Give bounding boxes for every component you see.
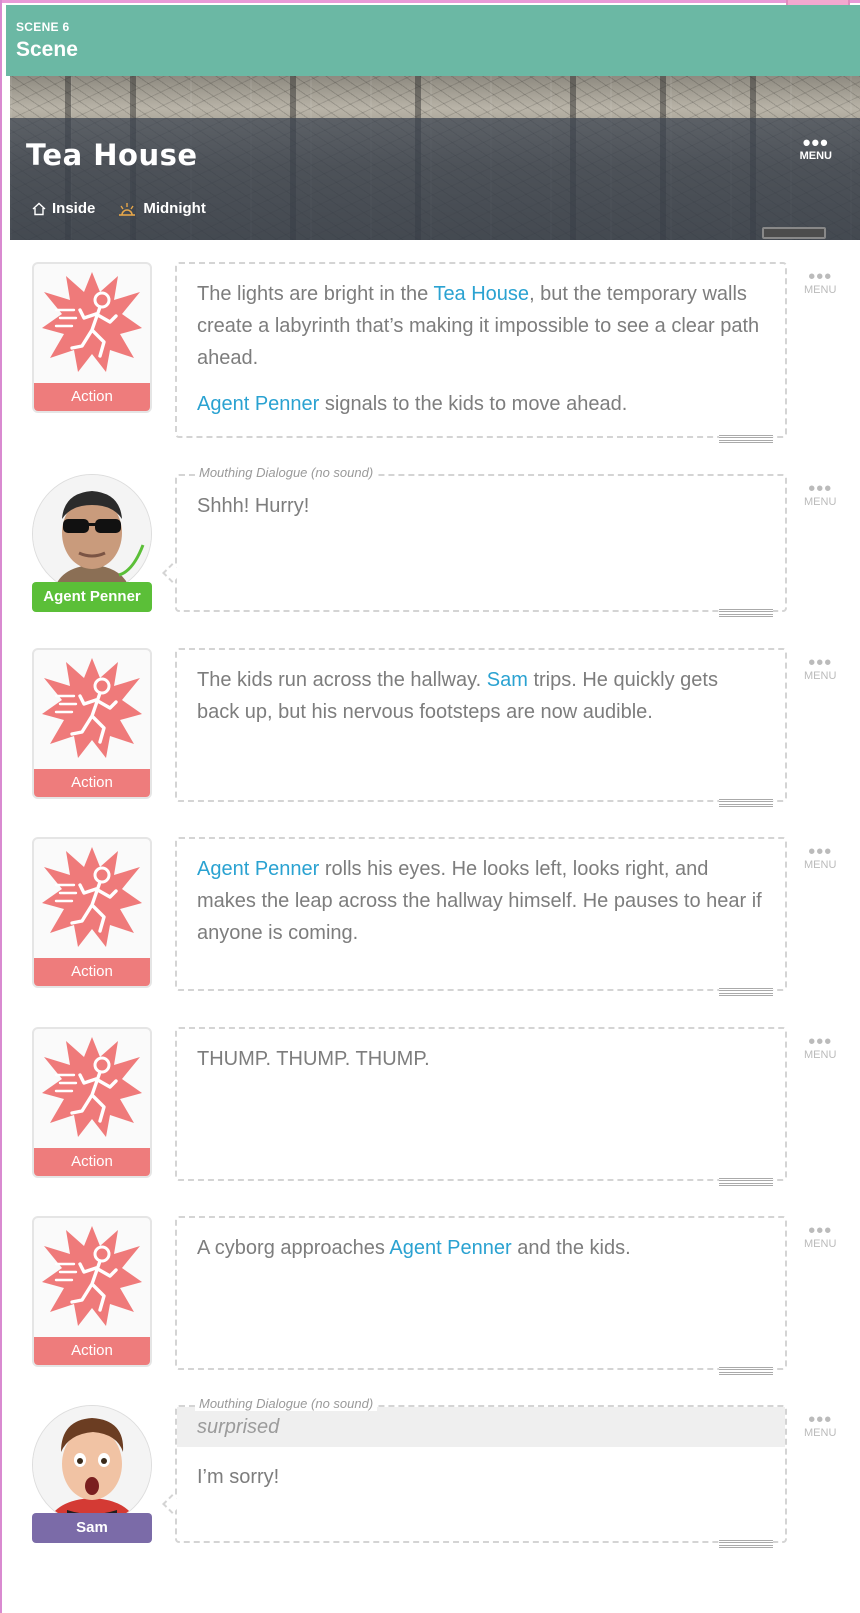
location-meta: Inside Midnight: [32, 200, 206, 217]
speech-tail: [162, 563, 182, 583]
dialogue-text-card[interactable]: Shhh! Hurry!: [162, 474, 787, 617]
action-text-card[interactable]: The kids run across the hallway. Sam tri…: [175, 648, 787, 807]
entity-link[interactable]: Agent Penner: [389, 1237, 511, 1259]
character-avatar[interactable]: Agent Penner: [32, 474, 152, 612]
card-drag-handle[interactable]: [719, 1178, 773, 1186]
running-figure-icon: [42, 272, 142, 372]
action-label: Action: [34, 383, 150, 411]
action-text-card[interactable]: THUMP. THUMP. THUMP.: [175, 1027, 787, 1186]
entity-link[interactable]: Agent Penner: [197, 393, 319, 415]
action-label: Action: [34, 1337, 150, 1365]
more-dots-icon: •••: [808, 1031, 833, 1053]
block-menu-button[interactable]: ••• MENU: [804, 266, 837, 296]
page-border-left: [0, 0, 2, 1613]
location-menu-button[interactable]: ••• MENU: [799, 130, 832, 163]
entity-link[interactable]: Tea House: [433, 283, 529, 305]
card-drag-handle[interactable]: [719, 1367, 773, 1375]
more-dots-icon: •••: [808, 841, 833, 863]
agent-penner-photo: [33, 475, 151, 593]
running-figure-icon: [42, 1226, 142, 1326]
block-menu-button[interactable]: ••• MENU: [804, 841, 837, 871]
mouthing-dialogue-label: Mouthing Dialogue (no sound): [195, 465, 378, 480]
action-paragraph: Agent Penner signals to the kids to move…: [197, 388, 765, 420]
action-text-card[interactable]: A cyborg approaches Agent Penner and the…: [175, 1216, 787, 1375]
more-dots-icon: •••: [808, 1409, 833, 1431]
text-segment: The kids run across the hallway.: [197, 669, 487, 691]
location-title[interactable]: Tea House: [26, 138, 198, 172]
action-avatar[interactable]: Action: [32, 1216, 152, 1367]
moon-horizon-icon: [117, 201, 137, 217]
text-segment: signals to the kids to move ahead.: [319, 393, 628, 415]
text-segment: The lights are bright in the: [197, 283, 434, 305]
action-paragraph: THUMP. THUMP. THUMP.: [197, 1043, 765, 1075]
block-menu-label: MENU: [804, 284, 837, 296]
character-avatar[interactable]: Sam: [32, 1405, 152, 1543]
action-paragraph: The lights are bright in the Tea House, …: [197, 278, 765, 374]
character-photo: [32, 1405, 152, 1525]
block-menu-button[interactable]: ••• MENU: [804, 652, 837, 682]
block-menu-label: MENU: [804, 1238, 837, 1250]
block-menu-label: MENU: [804, 496, 837, 508]
action-label: Action: [34, 769, 150, 797]
block-menu-button[interactable]: ••• MENU: [804, 478, 837, 508]
card-drag-handle[interactable]: [719, 609, 773, 617]
dialogue-line: Shhh! Hurry!: [197, 495, 310, 517]
action-avatar[interactable]: Action: [32, 1027, 152, 1178]
entity-link[interactable]: Agent Penner: [197, 858, 319, 880]
character-photo: [32, 474, 152, 594]
action-paragraph: A cyborg approaches Agent Penner and the…: [197, 1232, 765, 1264]
action-avatar[interactable]: Action: [32, 837, 152, 988]
block-menu-label: MENU: [804, 1427, 837, 1439]
dialogue-text-card[interactable]: surprised I’m sorry!: [162, 1405, 787, 1548]
block-menu-button[interactable]: ••• MENU: [804, 1031, 837, 1061]
card-drag-handle[interactable]: [719, 435, 773, 443]
emotion-parenthetical[interactable]: surprised: [177, 1407, 785, 1447]
page-border-top: [0, 0, 860, 3]
action-text-card[interactable]: Agent Penner rolls his eyes. He looks le…: [175, 837, 787, 996]
dialogue-line: I’m sorry!: [197, 1466, 280, 1488]
character-name-tag: Sam: [32, 1513, 152, 1543]
block-menu-label: MENU: [804, 670, 837, 682]
running-figure-icon: [42, 847, 142, 947]
action-label: Action: [34, 1148, 150, 1176]
mouthing-dialogue-label: Mouthing Dialogue (no sound): [195, 1396, 378, 1411]
running-figure-icon: [42, 1037, 142, 1137]
block-menu-button[interactable]: ••• MENU: [804, 1220, 837, 1250]
more-dots-icon: •••: [802, 130, 829, 155]
scene-title[interactable]: Scene: [16, 38, 78, 62]
text-segment: A cyborg approaches: [197, 1237, 390, 1259]
action-text-card[interactable]: The lights are bright in the Tea House, …: [175, 262, 787, 443]
running-figure-icon: [42, 658, 142, 758]
block-menu-label: MENU: [804, 1049, 837, 1061]
more-dots-icon: •••: [808, 1220, 833, 1242]
location-overlay: [10, 118, 860, 240]
card-drag-handle[interactable]: [719, 1540, 773, 1548]
card-drag-handle[interactable]: [719, 988, 773, 996]
action-paragraph: Agent Penner rolls his eyes. He looks le…: [197, 853, 765, 949]
scene-header: SCENE 6 Scene: [6, 5, 860, 76]
scene-number: SCENE 6: [16, 20, 70, 34]
location-drag-handle[interactable]: [762, 227, 826, 239]
text-segment: and the kids.: [511, 1237, 631, 1259]
more-dots-icon: •••: [808, 478, 833, 500]
speech-tail: [162, 1494, 182, 1514]
more-dots-icon: •••: [808, 652, 833, 674]
location-banner: Tea House Inside Midnight ••• MENU: [10, 76, 860, 240]
card-drag-handle[interactable]: [719, 799, 773, 807]
sam-photo: [33, 1406, 151, 1524]
entity-link[interactable]: Sam: [487, 669, 528, 691]
location-time: Midnight: [143, 200, 206, 217]
more-dots-icon: •••: [808, 266, 833, 288]
house-icon: [32, 202, 46, 216]
action-paragraph: The kids run across the hallway. Sam tri…: [197, 664, 765, 728]
location-setting: Inside: [52, 200, 96, 217]
location-menu-label: MENU: [799, 150, 832, 162]
text-segment: THUMP. THUMP. THUMP.: [197, 1048, 430, 1070]
action-avatar[interactable]: Action: [32, 648, 152, 799]
action-label: Action: [34, 958, 150, 986]
action-avatar[interactable]: Action: [32, 262, 152, 413]
block-menu-button[interactable]: ••• MENU: [804, 1409, 837, 1439]
block-menu-label: MENU: [804, 859, 837, 871]
character-name-tag: Agent Penner: [32, 582, 152, 612]
